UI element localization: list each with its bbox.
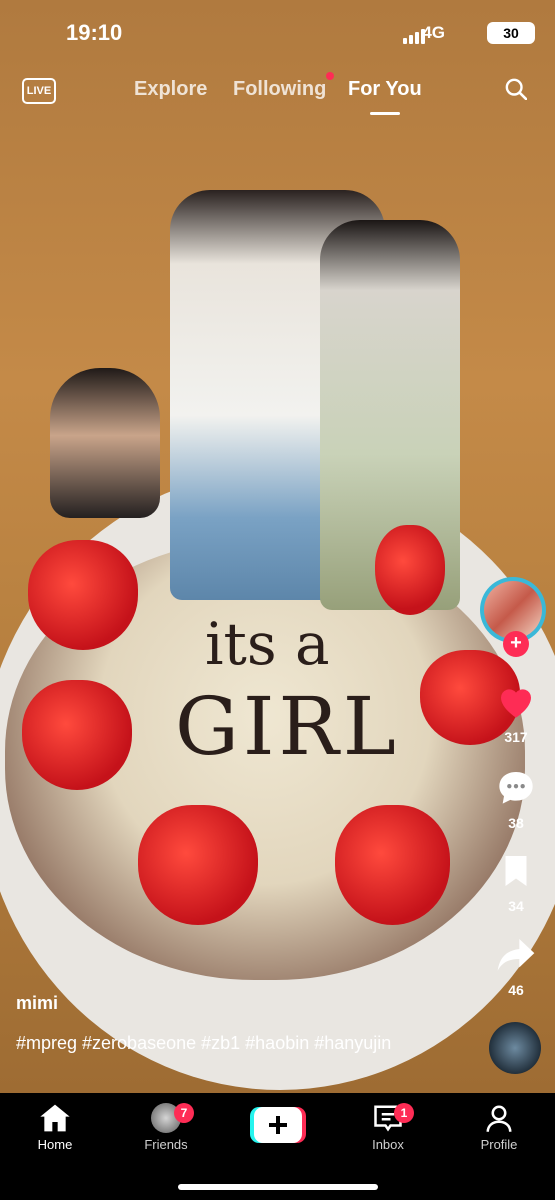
nav-friends-label: Friends	[144, 1137, 188, 1152]
nav-inbox-label: Inbox	[372, 1137, 404, 1152]
share-arrow-icon	[497, 939, 535, 971]
nav-profile[interactable]: Profile	[459, 1103, 539, 1152]
tab-for-you[interactable]: For You	[348, 78, 422, 101]
comment-count: 38	[508, 815, 524, 831]
save-button[interactable]: 34	[490, 853, 542, 914]
share-count: 46	[508, 982, 524, 998]
home-indicator[interactable]	[178, 1184, 378, 1190]
profile-icon	[486, 1105, 512, 1132]
following-notification-dot	[326, 72, 334, 80]
nav-home[interactable]: Home	[15, 1103, 95, 1152]
friends-badge: 7	[174, 1103, 194, 1123]
like-count: 317	[504, 729, 528, 745]
search-icon[interactable]	[505, 78, 527, 100]
like-button[interactable]: 317	[490, 682, 542, 745]
comment-button[interactable]: 38	[490, 768, 542, 831]
creator-username[interactable]: mimi	[16, 993, 58, 1014]
create-plus-icon	[250, 1107, 306, 1143]
save-count: 34	[508, 898, 524, 914]
share-button[interactable]: 46	[490, 935, 542, 998]
caption-hashtags[interactable]: #mpreg #zerobaseone #zb1 #haobin #hanyuj…	[16, 1030, 416, 1056]
video-strawberry	[138, 805, 258, 925]
nav-profile-label: Profile	[480, 1137, 518, 1152]
network-label: 4G	[422, 23, 445, 42]
video-figure-small	[50, 368, 160, 518]
active-tab-indicator	[370, 112, 400, 115]
nav-inbox[interactable]: Inbox 1	[348, 1103, 428, 1152]
battery-level: 30	[503, 25, 519, 41]
live-button[interactable]: LIVE	[22, 78, 56, 104]
nav-home-label: Home	[37, 1137, 73, 1152]
video-strawberry	[375, 525, 445, 615]
nav-friends[interactable]: Friends 7	[126, 1103, 206, 1152]
tab-explore[interactable]: Explore	[134, 78, 207, 101]
video-strawberry	[22, 680, 132, 790]
battery-icon: 30	[487, 22, 535, 44]
video-strawberry	[335, 805, 450, 925]
cake-text-line1: its a	[205, 610, 330, 678]
comment-icon	[499, 772, 533, 804]
video-player[interactable]: its a GIRL	[0, 0, 555, 1093]
home-icon	[40, 1104, 70, 1132]
screen: its a GIRL 19:10 4G 30 LIVE Explore Foll…	[0, 0, 555, 1200]
tab-following[interactable]: Following	[233, 78, 326, 101]
video-strawberry	[28, 540, 138, 650]
music-disc-icon[interactable]	[489, 1022, 541, 1074]
create-button[interactable]	[250, 1107, 306, 1143]
cake-text-line2: GIRL	[175, 680, 400, 773]
status-bar: 19:10 4G 30	[0, 0, 555, 64]
status-time: 19:10	[66, 20, 123, 45]
bookmark-icon	[505, 856, 527, 886]
inbox-badge: 1	[394, 1103, 414, 1123]
heart-icon	[501, 689, 531, 718]
follow-button[interactable]: +	[503, 631, 529, 657]
